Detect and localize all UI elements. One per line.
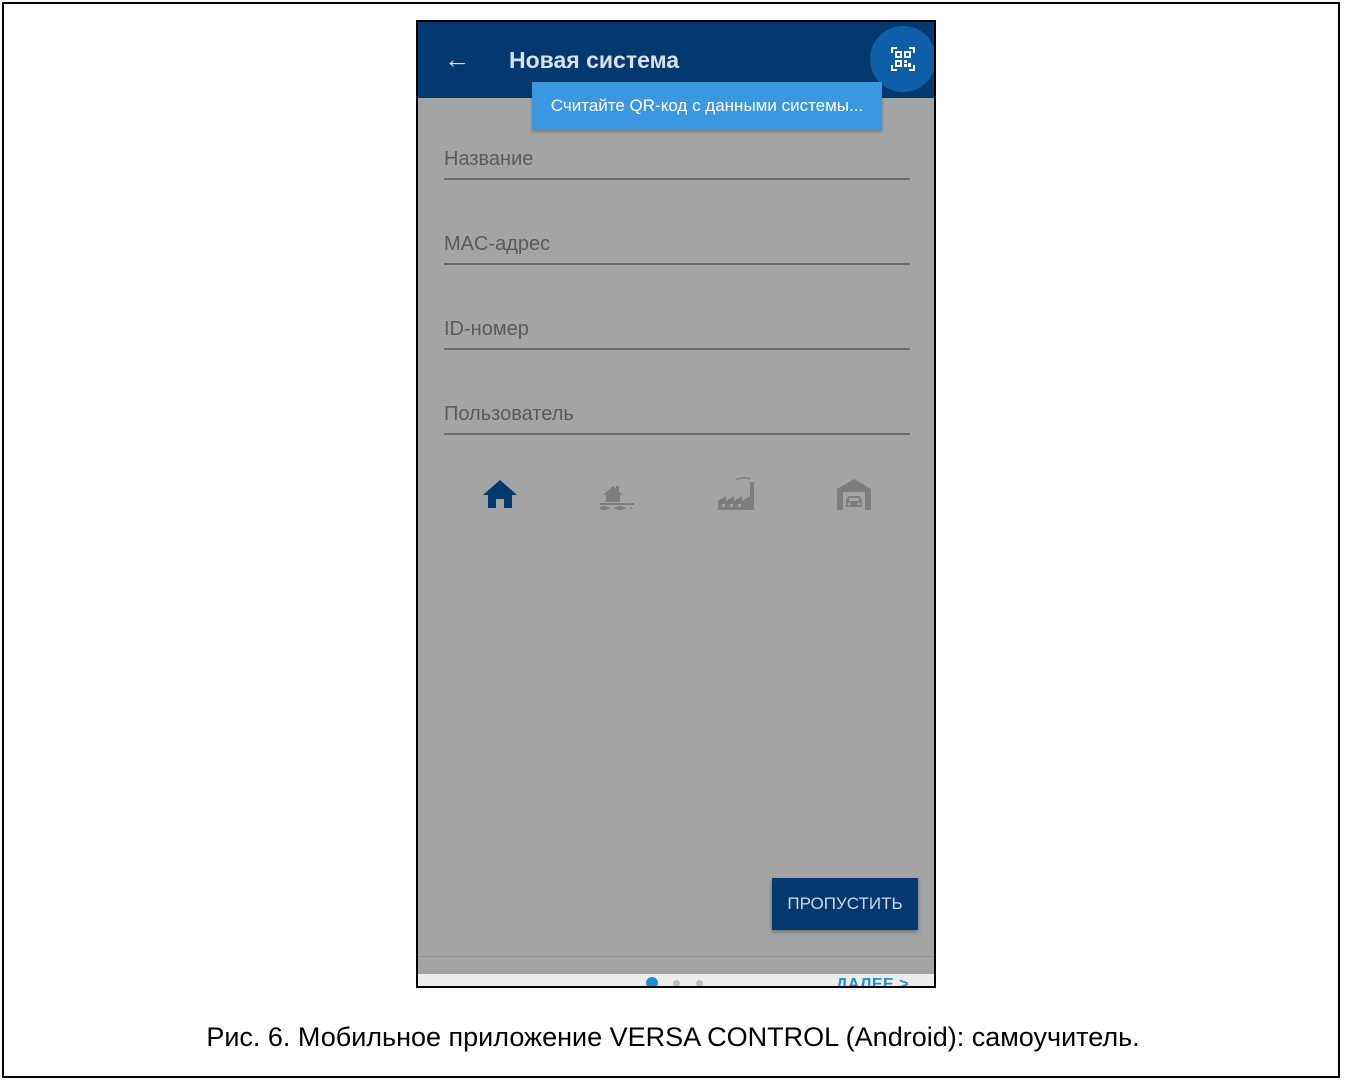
name-field[interactable] xyxy=(444,142,910,180)
skip-button[interactable]: ПРОПУСТИТЬ xyxy=(772,878,918,930)
arrow-left-icon[interactable]: ← xyxy=(444,44,470,74)
id-number-field[interactable] xyxy=(444,312,910,350)
page-title: Новая система xyxy=(509,47,680,73)
user-input[interactable] xyxy=(444,397,910,431)
name-input[interactable] xyxy=(444,142,910,176)
garage-icon[interactable] xyxy=(834,474,874,514)
mac-address-input[interactable] xyxy=(444,227,910,261)
qr-tooltip: Считайте QR-код с данными системы... xyxy=(532,82,882,130)
page-dot xyxy=(696,980,703,986)
page-dot-active xyxy=(646,977,658,986)
factory-icon[interactable] xyxy=(716,474,756,514)
id-number-input[interactable] xyxy=(444,312,910,346)
phone-screen: ← Новая система Считайте QR-код с данным… xyxy=(416,20,936,988)
figure-caption: Рис. 6. Мобильное приложение VERSA CONTR… xyxy=(206,1022,1140,1052)
qr-code-icon xyxy=(891,47,915,71)
lake-house-icon[interactable] xyxy=(596,474,636,514)
mac-address-field[interactable] xyxy=(444,227,910,265)
user-field[interactable] xyxy=(444,397,910,435)
next-button[interactable]: ДАЛЕЕ > xyxy=(836,976,909,986)
page-dot xyxy=(673,980,680,986)
house-icon[interactable] xyxy=(480,474,520,514)
divider xyxy=(418,956,934,957)
